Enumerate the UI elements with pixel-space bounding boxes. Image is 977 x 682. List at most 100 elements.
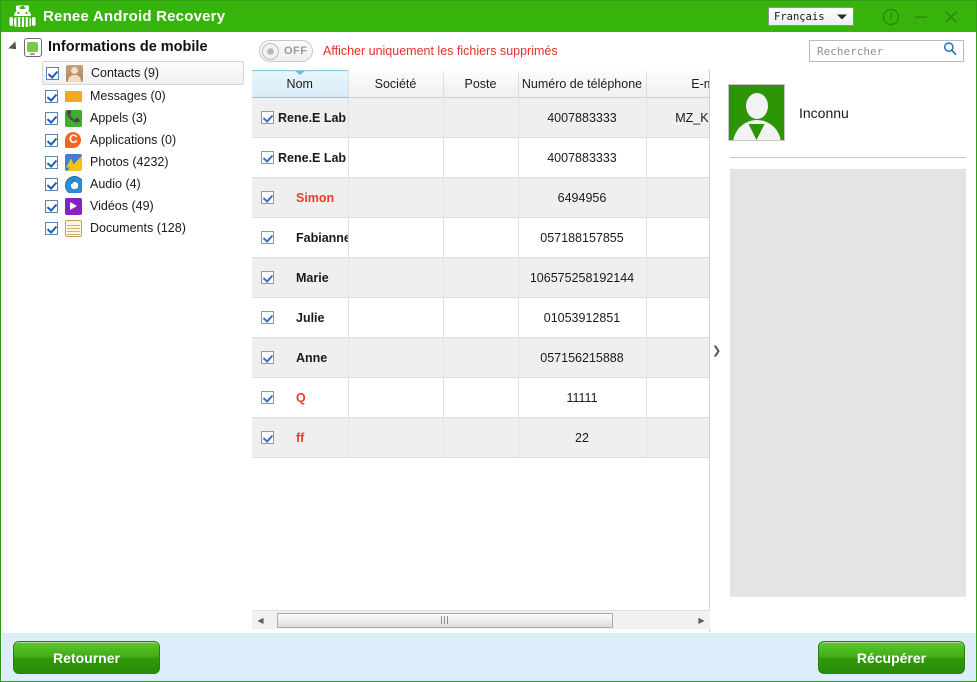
back-button[interactable]: Retourner [13,641,160,674]
avatar-head [745,93,768,119]
language-selector[interactable]: Français [768,7,854,26]
row-checkbox[interactable] [261,271,274,284]
table-row[interactable]: Rene.E Lab 4007883333 [252,137,709,178]
cell-name: Anne [252,337,349,378]
row-checkbox[interactable] [261,151,274,164]
contact-preview-panel: Inconnu [720,70,976,632]
contacts-icon [66,64,83,82]
column-header-label: Nom [286,77,313,91]
footer-bar: Retourner Récupérer [2,632,976,681]
cell-phone: 4007883333 [518,97,647,138]
row-checkbox[interactable] [261,231,274,244]
column-header-company[interactable]: Société [348,70,444,98]
videos-checkbox[interactable] [45,199,58,213]
cell-company [348,377,444,418]
panel-splitter[interactable]: ❯ [710,70,721,632]
column-header-name[interactable]: Nom [252,70,349,98]
row-checkbox[interactable] [261,391,274,404]
table-row[interactable]: Simon 6494956 [252,177,709,218]
sidebar-item-messages[interactable]: Messages (0) [42,85,244,107]
column-header-phone[interactable]: Numéro de téléphone [518,70,647,98]
photos-checkbox[interactable] [45,155,58,169]
cell-email [646,217,709,258]
sidebar-item-photos[interactable]: Photos (4232) [42,151,244,173]
recover-button[interactable]: Récupérer [818,641,965,674]
cell-phone: 22 [518,417,647,458]
row-checkbox[interactable] [261,431,274,444]
tree-root-mobile-information[interactable]: Informations de mobile [2,35,251,59]
cell-company [348,97,444,138]
row-checkbox[interactable] [261,311,274,324]
scrollbar-track[interactable] [269,612,693,629]
cell-post [443,217,519,258]
table-body: Rene.E Lab 4007883333 MZ_KF@m. Rene.E La… [252,97,709,458]
calls-checkbox[interactable] [45,111,58,125]
sidebar-item-videos[interactable]: Vidéos (49) [42,195,244,217]
table-row[interactable]: Fabianne 057188157855 [252,217,709,258]
search-input[interactable] [815,42,943,60]
table-row[interactable]: Rene.E Lab 4007883333 MZ_KF@m. [252,97,709,138]
sidebar-item-documents[interactable]: Documents (128) [42,217,244,239]
cell-company [348,417,444,458]
column-header-post[interactable]: Poste [443,70,519,98]
arrow-left-icon[interactable]: ◀ [252,612,269,629]
row-name-text: Julie [296,310,325,325]
sidebar-item-label: Appels (3) [90,111,147,125]
table-row[interactable]: Q 11111 [252,377,709,418]
search-icon[interactable] [943,42,957,61]
row-name-text: Rene.E Lab [278,110,347,125]
row-name-text: Q [296,390,306,405]
person-avatar-icon [728,84,785,141]
table-row[interactable]: Marie 106575258192144 [252,257,709,298]
scrollbar-thumb[interactable] [277,612,613,628]
mobile-phone-icon [24,37,42,57]
cell-email [646,177,709,218]
sidebar-item-contacts[interactable]: Contacts (9) [42,61,244,85]
row-checkbox[interactable] [261,191,274,204]
calls-icon [65,109,82,127]
sidebar-item-label: Audio (4) [90,177,141,191]
cell-post [443,177,519,218]
cell-email [646,137,709,178]
cell-name: Fabianne [252,217,349,258]
messages-checkbox[interactable] [45,89,58,103]
documents-checkbox[interactable] [45,221,58,235]
column-header-email[interactable]: E-mail [646,70,709,98]
table-horizontal-scrollbar[interactable]: ◀ ▶ [252,610,710,629]
cell-post [443,97,519,138]
tree-collapse-arrow-icon[interactable] [6,39,22,55]
sidebar-item-label: Applications (0) [90,133,177,147]
contacts-table-panel: Nom Société Poste Numéro de téléphone E-… [252,70,710,632]
row-name-text: Anne [296,350,328,365]
sidebar-item-applications[interactable]: Applications (0) [42,129,244,151]
show-deleted-only-toggle[interactable]: OFF [259,40,313,62]
close-button[interactable] [936,1,966,32]
applications-icon [65,131,82,149]
sidebar-item-label: Messages (0) [90,89,166,103]
android-robot-nurse-icon [9,5,36,27]
cell-name: ff [252,417,349,458]
table-row[interactable]: ff 22 [252,417,709,458]
arrow-right-icon[interactable]: ▶ [693,612,710,629]
search-box[interactable] [809,40,964,62]
sidebar-item-label: Photos (4232) [90,155,169,169]
contacts-checkbox[interactable] [46,66,59,80]
sidebar-item-calls[interactable]: Appels (3) [42,107,244,129]
audio-checkbox[interactable] [45,177,58,191]
table-row[interactable]: Julie 01053912851 [252,297,709,338]
contacts-table: Nom Société Poste Numéro de téléphone E-… [252,70,709,458]
table-row[interactable]: Anne 057156215888 [252,337,709,378]
cell-name: Rene.E Lab [252,97,349,138]
sidebar-item-audio[interactable]: Audio (4) [42,173,244,195]
row-checkbox[interactable] [261,111,274,124]
sidebar-item-label: Documents (128) [90,221,186,235]
applications-checkbox[interactable] [45,133,58,147]
minimize-button[interactable] [906,1,936,32]
cell-email [646,257,709,298]
info-button[interactable] [876,1,906,32]
row-checkbox[interactable] [261,351,274,364]
messages-icon [65,87,82,105]
cell-company [348,337,444,378]
cell-email [646,337,709,378]
category-list: Contacts (9) Messages (0) Appels (3) App… [2,61,251,239]
